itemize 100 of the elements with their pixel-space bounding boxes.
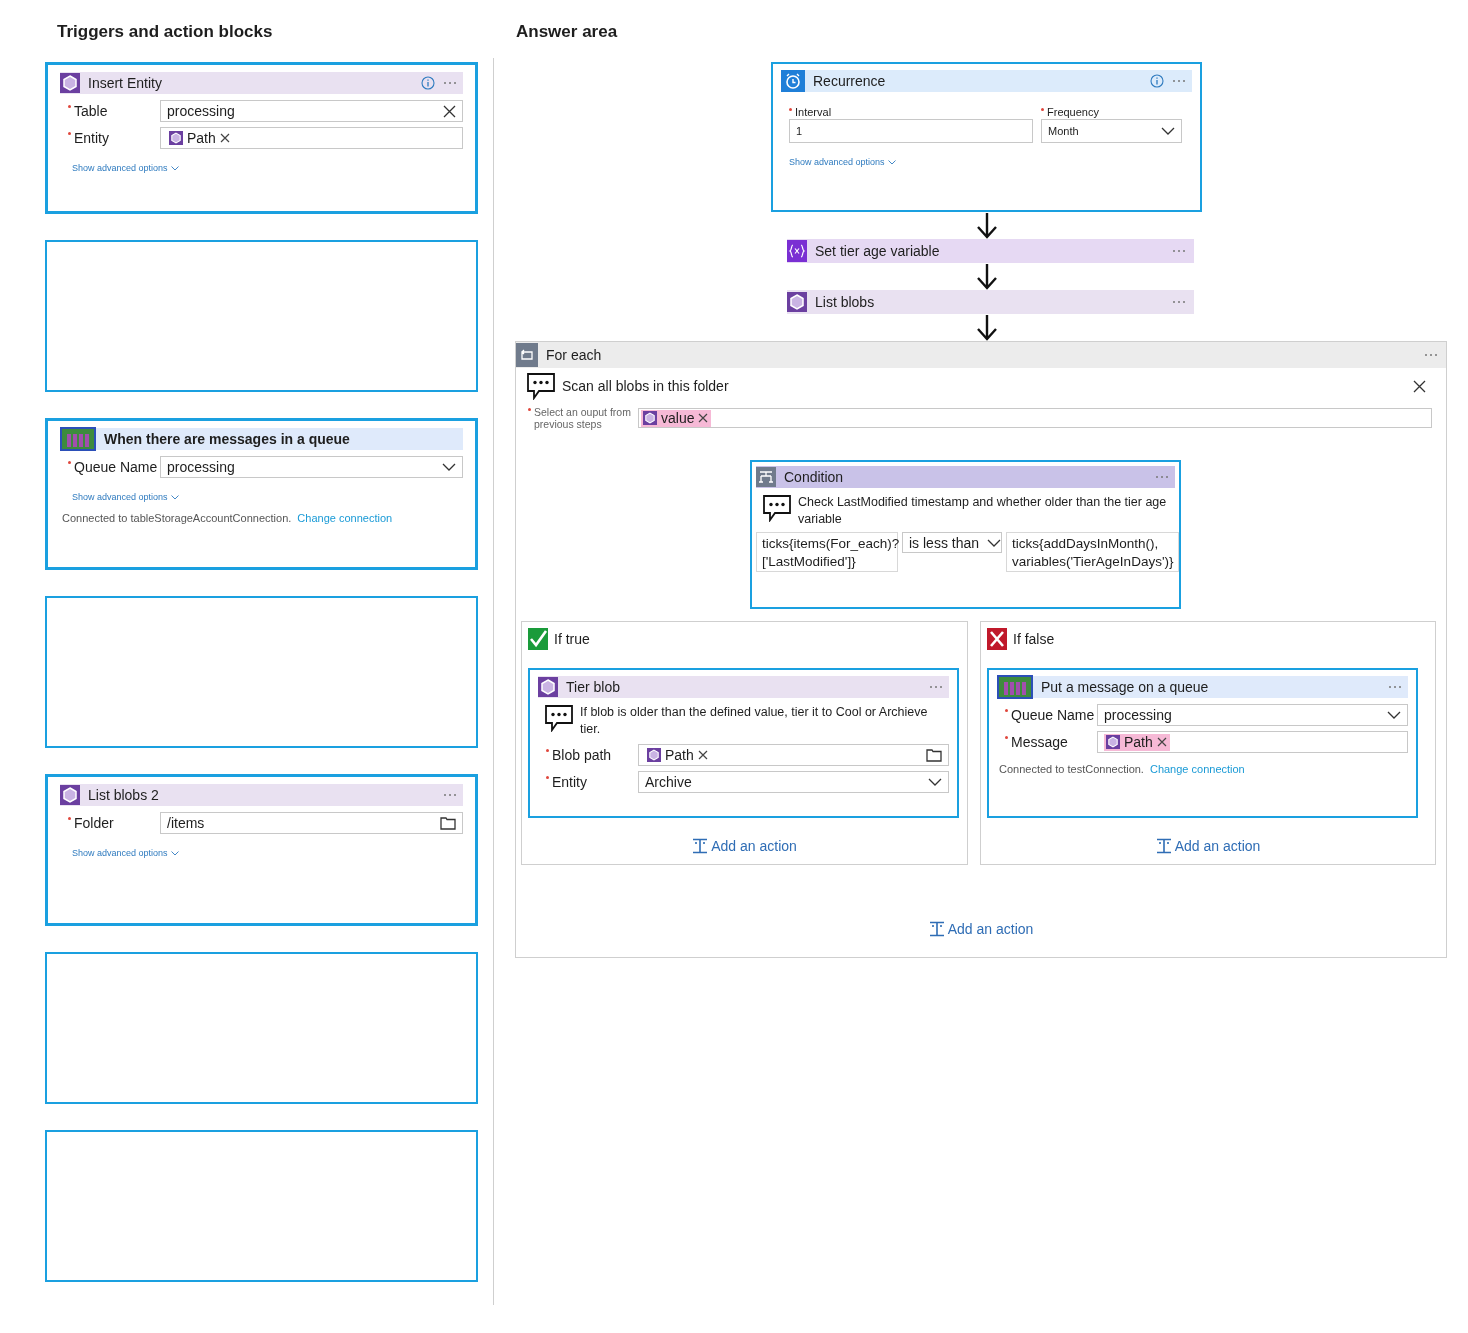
more-icon[interactable]: [1172, 300, 1186, 304]
show-advanced-link[interactable]: Show advanced options: [72, 848, 179, 858]
field-label: Interval: [795, 106, 832, 118]
alarm-clock-icon: [781, 70, 805, 92]
comment-icon: [526, 372, 556, 400]
show-advanced-link[interactable]: Show advanced options: [72, 163, 179, 173]
connection-text: Connected to testConnection.: [999, 763, 1144, 775]
card-title: Tier blob: [566, 679, 620, 695]
dropdown-field[interactable]: processing: [160, 456, 463, 478]
field-label: Entity: [74, 130, 109, 146]
chevron-down-icon: [987, 538, 1002, 547]
chevron-down-icon: [170, 165, 179, 171]
action-step[interactable]: Set tier age variable: [787, 239, 1194, 263]
hexagon-icon: [787, 292, 807, 312]
remove-icon[interactable]: [698, 413, 709, 423]
remove-icon[interactable]: [697, 750, 708, 760]
remove-icon[interactable]: [1156, 737, 1167, 747]
info-icon[interactable]: [421, 76, 435, 90]
card-title: Put a message on a queue: [1041, 679, 1209, 695]
more-icon[interactable]: [1172, 249, 1186, 253]
text-field[interactable]: processing: [160, 100, 463, 122]
hexagon-icon: [169, 131, 183, 145]
more-icon[interactable]: [1155, 475, 1169, 479]
card-title: List blobs 2: [88, 787, 159, 803]
token-chip[interactable]: value: [641, 409, 712, 427]
expression-field[interactable]: ticks{addDaysInMonth(), variables('TierAgeInDays')}: [1006, 532, 1180, 572]
show-advanced-link[interactable]: Show advanced options: [72, 492, 179, 502]
text-field[interactable]: value: [638, 408, 1432, 428]
field-label: Select an ouput from previous steps: [534, 406, 632, 430]
add-action-button[interactable]: Add an action: [1155, 838, 1261, 854]
text-field[interactable]: Path: [638, 744, 949, 766]
dropdown-field[interactable]: is less than: [902, 532, 1002, 553]
more-icon[interactable]: [1388, 685, 1402, 689]
chevron-down-icon: [887, 159, 896, 165]
action-step[interactable]: List blobs: [787, 290, 1194, 314]
chevron-down-icon: [170, 850, 179, 856]
empty-drop-slot[interactable]: [45, 1130, 478, 1282]
hexagon-icon: [1106, 735, 1120, 749]
close-icon[interactable]: [443, 104, 456, 118]
dropdown-field[interactable]: processing: [1097, 704, 1408, 726]
add-action-icon: [1155, 838, 1172, 854]
field-label: Queue Name: [1011, 707, 1095, 723]
dropdown-field[interactable]: Month: [1041, 119, 1182, 143]
card-title: List blobs: [815, 294, 875, 310]
field-label: Entity: [552, 774, 587, 790]
show-advanced-link[interactable]: Show advanced options: [789, 157, 896, 167]
connection-text: Connected to tableStorageAccountConnection.: [62, 512, 292, 524]
field-label: Blob path: [552, 747, 612, 763]
field-label: Folder: [74, 815, 114, 831]
empty-drop-slot[interactable]: [45, 952, 478, 1104]
chevron-down-icon: [170, 494, 179, 500]
close-icon[interactable]: [1413, 379, 1426, 393]
queue-icon: [60, 427, 96, 451]
card-title: Recurrence: [813, 73, 886, 89]
remove-icon[interactable]: [219, 133, 230, 143]
token-chip[interactable]: Path: [1104, 733, 1170, 751]
expression-field[interactable]: ticks{items(For_each)? ['LastModified']}: [756, 532, 898, 572]
chevron-down-icon: [1387, 711, 1401, 719]
branch-label: If true: [554, 631, 590, 647]
comment-text: If blob is older than the defined value, tier it to Cool or Archieve tier.: [580, 704, 929, 738]
chevron-down-icon: [442, 463, 456, 471]
hexagon-icon: [538, 677, 558, 697]
panel-title: Triggers and action blocks: [57, 22, 274, 43]
loop-icon: [516, 343, 538, 367]
token-chip[interactable]: Path: [645, 746, 711, 764]
comment-text: Scan all blobs in this folder: [562, 377, 729, 395]
text-field[interactable]: Path: [1097, 731, 1408, 753]
field-label: Frequency: [1047, 106, 1099, 118]
card-title: For each: [546, 347, 602, 363]
info-icon[interactable]: [1150, 74, 1164, 88]
comment-icon: [544, 704, 574, 732]
flow-arrow: [974, 314, 999, 341]
card-title: Insert Entity: [88, 75, 162, 91]
add-action-button[interactable]: Add an action: [692, 838, 797, 854]
hexagon-icon: [60, 785, 80, 805]
more-icon[interactable]: [929, 685, 943, 689]
more-icon[interactable]: [443, 81, 457, 85]
chevron-down-icon: [1161, 127, 1175, 135]
condition-icon: [756, 467, 776, 487]
field-label: Table: [74, 103, 108, 119]
text-field[interactable]: Path: [160, 127, 463, 149]
text-field[interactable]: 1: [789, 119, 1033, 143]
empty-drop-slot[interactable]: [45, 240, 478, 392]
empty-drop-slot[interactable]: [45, 596, 478, 748]
more-icon[interactable]: [1424, 353, 1438, 357]
cross-icon: [987, 628, 1007, 650]
branch-label: If false: [1013, 631, 1055, 647]
more-icon[interactable]: [443, 793, 457, 797]
panel-title: Answer area: [516, 22, 619, 43]
add-action-button[interactable]: Add an action: [928, 921, 1034, 937]
more-icon[interactable]: [1172, 79, 1186, 83]
add-action-icon: [692, 838, 709, 854]
checkmark-icon: [528, 628, 548, 650]
token-chip[interactable]: Path: [167, 129, 233, 147]
folder-icon[interactable]: [926, 748, 942, 762]
folder-icon[interactable]: [440, 816, 456, 830]
dropdown-field[interactable]: Archive: [638, 771, 949, 793]
text-field[interactable]: /items: [160, 812, 463, 834]
flow-arrow: [974, 212, 999, 239]
variable-icon: [787, 240, 807, 262]
